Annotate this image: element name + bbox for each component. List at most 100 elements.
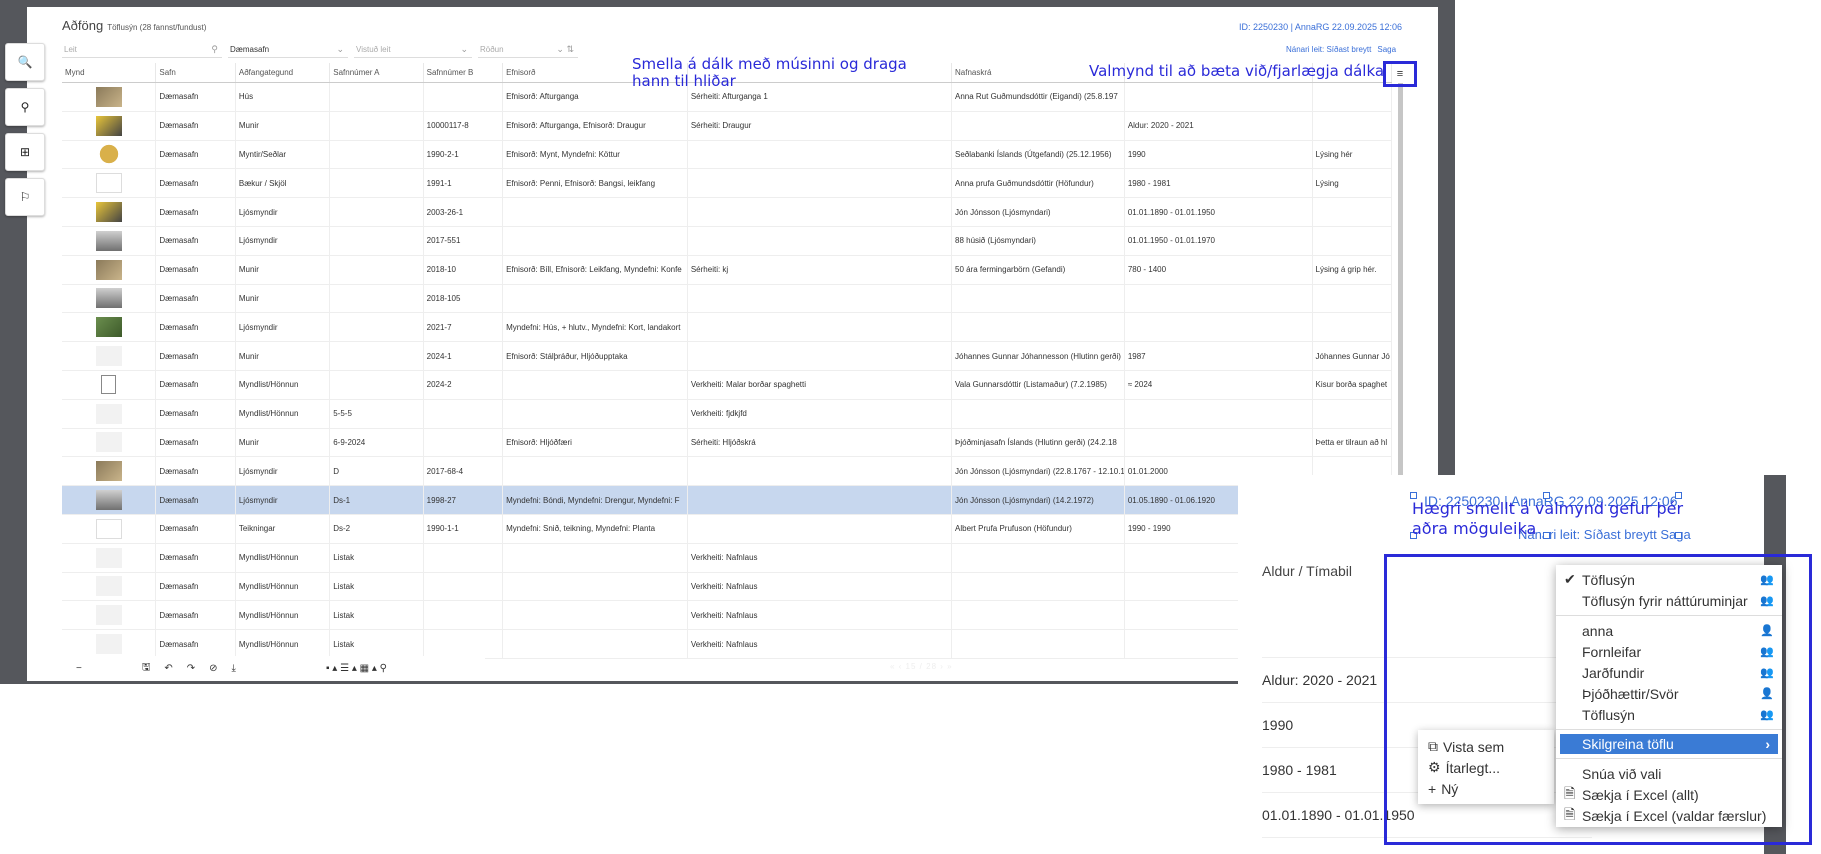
- saved-search-select[interactable]: Vistuð leit ⌄: [354, 42, 472, 58]
- detail-search-link[interactable]: Nánari leit: Síðast breytt: [1286, 45, 1371, 54]
- cancel-icon[interactable]: ⊘: [209, 663, 217, 674]
- thumbnail-image[interactable]: [95, 403, 122, 424]
- table-cell: Myntir/Seðlar: [236, 140, 331, 169]
- column-header[interactable]: Aðfangategund: [236, 63, 331, 82]
- hierarchy-icon[interactable]: ⊞: [5, 133, 45, 171]
- view-item-jardfundir[interactable]: Jarðfundir 👥: [1556, 662, 1782, 683]
- new-item[interactable]: + Ný: [1428, 778, 1544, 799]
- view-item-anna[interactable]: anna 👤: [1556, 620, 1782, 641]
- thumbnail-cell: [62, 370, 157, 399]
- table-cell: [688, 514, 952, 543]
- view-item-toflusyn[interactable]: ✔ Töflusýn 👥: [1556, 569, 1782, 590]
- thumbnail-image[interactable]: [101, 375, 117, 395]
- view-item-fornleifar[interactable]: Fornleifar 👥: [1556, 641, 1782, 662]
- excel-selected-item[interactable]: 🗎 Sækja í Excel (valdar færslur): [1556, 805, 1782, 826]
- table-row[interactable]: Dæmasafn Bækur / Skjöl 1991-1 Efnisorð: Pen…: [62, 169, 1392, 199]
- thumbnail-image[interactable]: [95, 317, 122, 338]
- thumbnail-image[interactable]: [95, 518, 122, 539]
- undo-icon[interactable]: ↶: [164, 663, 172, 674]
- table-row[interactable]: Dæmasafn Ljósmyndir 2021-7 Myndefni: Hús, +…: [62, 313, 1392, 343]
- table-cell: 10000117-8: [424, 111, 504, 140]
- thumbnail-cell: [62, 601, 157, 630]
- table-row[interactable]: Dæmasafn Myndlist/Hönnun Listak Verkheiti: …: [62, 572, 1392, 602]
- table-cell: [330, 226, 424, 255]
- table-row[interactable]: Dæmasafn Ljósmyndir Ds-1 1998-27 Myndefni: B…: [62, 486, 1392, 515]
- thumbnail-image[interactable]: [95, 547, 122, 568]
- search-icon[interactable]: 🔍: [5, 43, 45, 81]
- download-icon[interactable]: ⤓: [232, 663, 236, 674]
- table-row[interactable]: Dæmasafn Munir 10000117-8 Efnisorð: Afturga…: [62, 111, 1392, 141]
- thumbnail-image[interactable]: [95, 230, 122, 251]
- view-item-natturuminjar[interactable]: Töflusýn fyrir náttúruminjar 👥: [1556, 590, 1782, 611]
- table-cell: 88 húsið (Ljósmyndari): [952, 226, 1125, 255]
- define-table-item[interactable]: Skilgreina töflu ›: [1560, 734, 1778, 754]
- thumbnail-image[interactable]: [95, 461, 122, 482]
- thumbnail-image[interactable]: [95, 202, 122, 223]
- thumbnail-image[interactable]: [95, 115, 122, 136]
- table-row[interactable]: Dæmasafn Myntir/Seðlar 1990-2-1 Efnisorð: M…: [62, 140, 1392, 170]
- thumbnail-image[interactable]: [95, 346, 122, 367]
- table-cell: [1125, 83, 1313, 111]
- table-cell: Munir: [236, 284, 331, 313]
- view-mode-icons[interactable]: ▪ ▴ ☰ ▴ ▦ ▴ ⚲: [326, 663, 387, 674]
- advanced-item[interactable]: ⚙ Ítarlegt...: [1428, 757, 1544, 778]
- table-row[interactable]: Dæmasafn Teikningar Ds-2 1990-1-1 Myndefni: …: [62, 514, 1392, 544]
- map-pin-icon[interactable]: ⚐: [5, 178, 45, 216]
- column-header[interactable]: Mynd: [62, 63, 157, 82]
- views-menu: ✔ Töflusýn 👥 Töflusýn fyrir náttúruminjar 👥…: [1556, 565, 1782, 827]
- chevron-down-icon: ⌄ ⇅: [556, 44, 574, 54]
- context-menu: ⧉ Vista sem ⚙ Ítarlegt... + Ný: [1418, 730, 1554, 804]
- zoom-column-header[interactable]: Aldur / Tímabil: [1262, 563, 1352, 579]
- search-input[interactable]: Leit ⚲: [62, 42, 222, 58]
- thumbnail-cell: [62, 313, 157, 342]
- view-item-toflusyn-2[interactable]: Töflusýn 👥: [1556, 704, 1782, 725]
- column-header[interactable]: Safnnúmer A: [330, 63, 424, 82]
- table-row[interactable]: Dæmasafn Myndlist/Hönnun Listak Verkheiti: …: [62, 601, 1392, 631]
- thumbnail-image[interactable]: [95, 490, 122, 511]
- minus-icon[interactable]: −: [76, 663, 82, 674]
- table-row[interactable]: Dæmasafn Munir 2024-1 Efnisorð: Stálþráður,…: [62, 342, 1392, 371]
- column-header[interactable]: Safnnúmer B: [424, 63, 504, 82]
- view-item-thjodhaettir[interactable]: Þjóðhættir/Svör 👤: [1556, 683, 1782, 704]
- table-row[interactable]: Dæmasafn Munir 2018-10 Efnisorð: Bíll, Efni…: [62, 255, 1392, 285]
- table-row[interactable]: Dæmasafn Munir 6-9-2024 Efnisorð: Hljóðfæri…: [62, 428, 1392, 458]
- save-as-item[interactable]: ⧉ Vista sem: [1428, 736, 1544, 757]
- thumbnail-image[interactable]: [95, 634, 122, 655]
- excel-all-item[interactable]: 🗎 Sækja í Excel (allt): [1556, 784, 1782, 805]
- thumbnail-image[interactable]: [95, 173, 122, 194]
- thumbnail-image[interactable]: [95, 288, 122, 309]
- table-row[interactable]: Dæmasafn Munir 2018-105: [62, 284, 1392, 314]
- thumbnail-cell: [62, 83, 157, 111]
- table-cell: Dæmasafn: [156, 226, 236, 255]
- table-row[interactable]: Dæmasafn Ljósmyndir 2003-26-1 Jón Jónsson (…: [62, 198, 1392, 227]
- binoculars-icon[interactable]: ⚲: [5, 88, 45, 126]
- table-cell: [688, 313, 952, 342]
- table-row[interactable]: Dæmasafn Ljósmyndir D 2017-68-4 Jón Jónsson …: [62, 457, 1392, 487]
- table-cell: Dæmasafn: [156, 486, 236, 514]
- invert-selection-item[interactable]: Snúa við vali: [1556, 763, 1782, 784]
- table-row[interactable]: Dæmasafn Myndlist/Hönnun Listak Verkheiti: …: [62, 543, 1392, 573]
- table-row[interactable]: Dæmasafn Myndlist/Hönnun 2024-2 Verkheiti: …: [62, 370, 1392, 400]
- table-row[interactable]: Dæmasafn Ljósmyndir 2017-551 88 húsið (Ljós…: [62, 226, 1392, 256]
- thumbnail-image[interactable]: [95, 576, 122, 597]
- table-cell: Verkheiti: Nafnlaus: [688, 630, 952, 658]
- pagination[interactable]: « ‹ 15 / 28 › »: [890, 662, 953, 671]
- thumbnail-image[interactable]: [95, 605, 122, 626]
- history-link[interactable]: Saga: [1377, 45, 1396, 54]
- thumbnail-image[interactable]: [95, 144, 122, 165]
- save-icon[interactable]: 🖫: [142, 660, 151, 677]
- table-cell: Verkheiti: Nafnlaus: [688, 543, 952, 572]
- thumbnail-image[interactable]: [95, 86, 122, 107]
- thumbnail-image[interactable]: [95, 259, 122, 280]
- sort-select[interactable]: Röðun ⌄ ⇅: [478, 42, 578, 58]
- collection-select[interactable]: Dæmasafn ⌄: [228, 42, 348, 58]
- search-icon[interactable]: ⚲: [211, 44, 218, 55]
- redo-icon[interactable]: ↷: [187, 663, 195, 674]
- table-cell: Dæmasafn: [156, 601, 236, 630]
- thumbnail-image[interactable]: [95, 432, 122, 453]
- table-row[interactable]: Dæmasafn Myndlist/Hönnun Listak Verkheiti: …: [62, 630, 1392, 659]
- column-header[interactable]: Safn: [156, 63, 236, 82]
- table-cell: Dæmasafn: [156, 399, 236, 428]
- column-menu-button[interactable]: ≡: [1383, 61, 1417, 87]
- table-row[interactable]: Dæmasafn Myndlist/Hönnun 5-5-5 Verkheiti: f…: [62, 399, 1392, 429]
